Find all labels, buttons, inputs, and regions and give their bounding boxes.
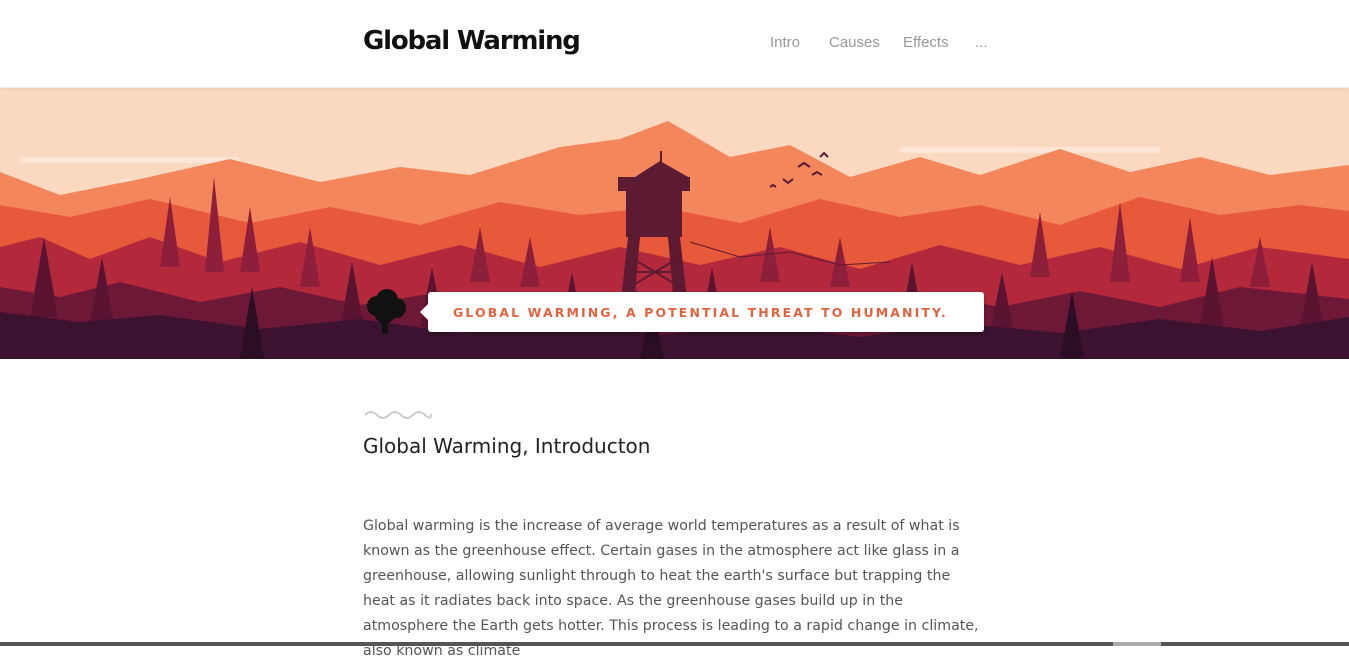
nav-link-causes[interactable]: Causes	[829, 34, 880, 51]
section-title: Global Warming, Introducton	[363, 434, 651, 458]
tree-icon	[363, 288, 409, 338]
hero-tagline: GLOBAL WARMING, A POTENTIAL THREAT TO HU…	[453, 305, 948, 320]
nav-link-more[interactable]: ...	[975, 34, 988, 51]
nav-link-intro[interactable]: Intro	[770, 34, 800, 51]
site-header: Global Warming Intro Causes Effects ...	[0, 0, 1349, 88]
wavy-divider-icon	[364, 411, 432, 419]
tagline-callout: GLOBAL WARMING, A POTENTIAL THREAT TO HU…	[420, 292, 984, 332]
brand-title[interactable]: Global Warming	[363, 26, 581, 56]
horizontal-scrollbar[interactable]	[0, 642, 1349, 646]
scrollbar-thumb[interactable]	[1113, 642, 1161, 646]
nav-link-effects[interactable]: Effects	[903, 34, 949, 51]
hero-banner: GLOBAL WARMING, A POTENTIAL THREAT TO HU…	[0, 87, 1349, 359]
